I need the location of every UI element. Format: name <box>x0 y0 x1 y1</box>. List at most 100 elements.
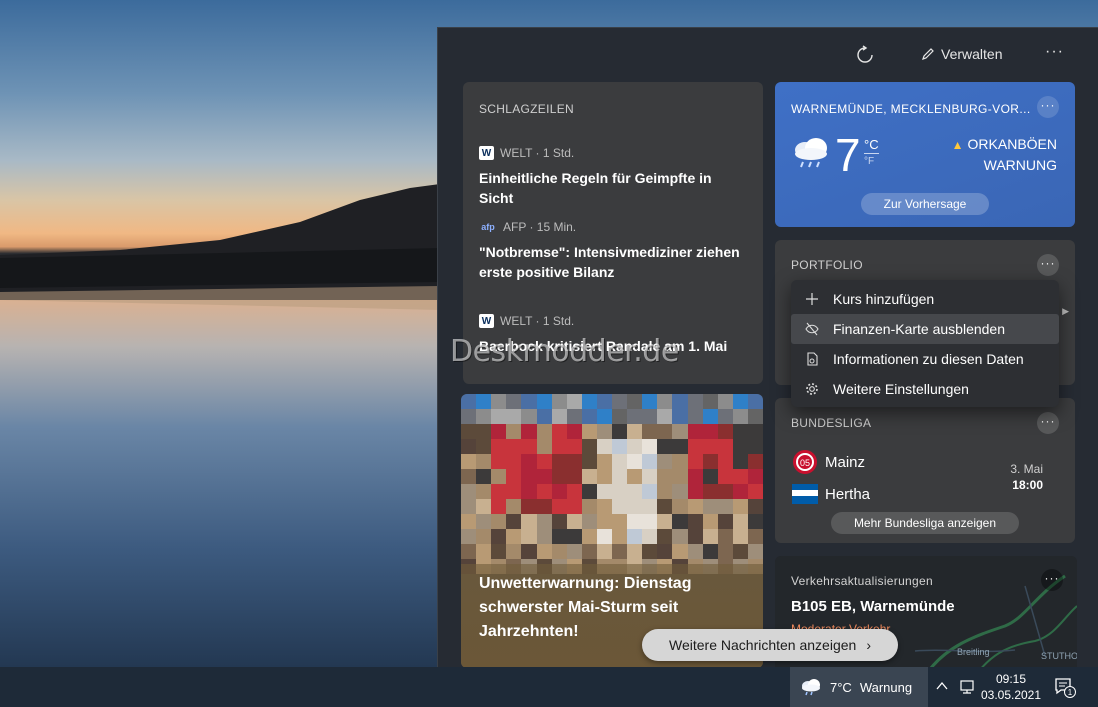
image-pixel <box>627 499 643 514</box>
image-pixel <box>566 409 582 424</box>
image-pixel <box>461 484 477 499</box>
image-pixel <box>642 454 658 469</box>
menu-item-add-stock[interactable]: Kurs hinzufügen <box>791 284 1059 314</box>
menu-item-hide-card[interactable]: Finanzen-Karte ausblenden <box>791 314 1059 344</box>
image-pixel <box>476 454 492 469</box>
image-pixel <box>566 544 582 559</box>
image-pixel <box>657 544 673 559</box>
portfolio-context-menu: Kurs hinzufügen Finanzen-Karte ausblende… <box>791 280 1059 407</box>
more-news-label: Weitere Nachrichten anzeigen <box>669 637 857 653</box>
image-pixel <box>717 484 733 499</box>
traffic-more-button[interactable]: ··· <box>1041 569 1063 591</box>
taskbar-weather-status: Warnung <box>859 679 913 695</box>
portfolio-more-button[interactable]: ··· <box>1037 254 1059 276</box>
image-pixel <box>536 484 552 499</box>
portfolio-next-icon[interactable]: ▶ <box>1062 306 1069 317</box>
taskbar: 7°C Warnung 09:15 03.05.2021 1 <box>0 667 1098 707</box>
image-pixel <box>506 499 522 514</box>
image-pixel <box>672 424 688 439</box>
match-datetime: 3. Mai 18:00 <box>1010 461 1043 493</box>
taskbar-clock[interactable]: 09:15 03.05.2021 <box>978 671 1044 703</box>
image-pixel <box>732 499 748 514</box>
notification-center-button[interactable]: 1 <box>1054 677 1076 704</box>
image-pixel <box>747 394 763 409</box>
image-pixel <box>581 529 597 544</box>
match-date: 3. Mai <box>1010 462 1043 476</box>
plus-icon <box>806 293 818 305</box>
image-pixel <box>732 439 748 454</box>
image-pixel <box>702 394 718 409</box>
image-pixel <box>657 469 673 484</box>
news-story[interactable]: afp AFP · 15 Min. "Notbremse": Intensivm… <box>479 220 749 282</box>
image-pixel <box>672 409 688 424</box>
image-pixel <box>642 469 658 484</box>
image-pixel <box>491 454 507 469</box>
menu-item-data-info[interactable]: Informationen zu diesen Daten <box>791 344 1059 374</box>
image-pixel <box>687 484 703 499</box>
image-pixel <box>536 424 552 439</box>
image-pixel <box>747 544 763 559</box>
image-pixel <box>536 469 552 484</box>
image-pixel <box>687 394 703 409</box>
weather-alert[interactable]: ▲ ORKANBÖEN WARNUNG <box>952 134 1057 175</box>
image-pixel <box>491 484 507 499</box>
image-pixel <box>521 409 537 424</box>
image-pixel <box>551 454 567 469</box>
refresh-button[interactable] <box>855 45 875 65</box>
image-pixel <box>521 514 537 529</box>
image-pixel <box>596 499 612 514</box>
image-pixel <box>672 529 688 544</box>
network-icon[interactable] <box>958 679 976 695</box>
image-pixel <box>461 499 477 514</box>
image-pixel <box>717 529 733 544</box>
weather-card[interactable]: WARNEMÜNDE, MECKLENBURG-VOR... ··· 7 °C … <box>775 82 1075 227</box>
chevron-up-icon[interactable] <box>935 679 949 693</box>
image-pixel <box>596 394 612 409</box>
image-pixel <box>747 484 763 499</box>
panel-more-button[interactable]: ··· <box>1045 43 1064 61</box>
image-pixel <box>612 499 628 514</box>
bundesliga-more-button[interactable]: ··· <box>1037 412 1059 434</box>
image-pixel <box>672 484 688 499</box>
more-bundesliga-button[interactable]: Mehr Bundesliga anzeigen <box>831 512 1019 534</box>
image-pixel <box>657 499 673 514</box>
image-pixel <box>612 424 628 439</box>
bundesliga-card[interactable]: BUNDESLIGA ··· 05 Mainz Hertha 3. Mai 18… <box>775 398 1075 543</box>
image-pixel <box>717 499 733 514</box>
image-pixel <box>521 529 537 544</box>
image-pixel <box>657 394 673 409</box>
mainz-crest-icon: 05 <box>791 450 819 474</box>
menu-item-settings[interactable]: Weitere Einstellungen <box>791 374 1059 404</box>
forecast-button[interactable]: Zur Vorhersage <box>861 193 989 215</box>
news-story[interactable]: W WELT · 1 Std. Einheitliche Regeln für … <box>479 146 749 208</box>
photo-story-card[interactable]: Unwetterwarnung: Dienstag schwerster Mai… <box>461 394 763 667</box>
weather-more-button[interactable]: ··· <box>1037 96 1059 118</box>
unit-fahrenheit[interactable]: °F <box>864 153 879 168</box>
image-pixel <box>672 439 688 454</box>
image-pixel <box>642 394 658 409</box>
panel-header: Verwalten ··· <box>438 28 1098 82</box>
current-temperature: 7 <box>835 129 861 181</box>
manage-button[interactable]: Verwalten <box>921 46 1002 62</box>
story-source: W WELT · 1 Std. <box>479 314 749 328</box>
match-time: 18:00 <box>1012 478 1043 492</box>
image-pixel <box>627 484 643 499</box>
image-pixel <box>687 499 703 514</box>
image-pixel <box>717 439 733 454</box>
image-pixel <box>627 454 643 469</box>
taskbar-weather-button[interactable]: 7°C Warnung <box>790 667 928 707</box>
image-pixel <box>596 409 612 424</box>
image-pixel <box>551 439 567 454</box>
rain-cloud-icon <box>802 679 820 696</box>
image-pixel <box>581 424 597 439</box>
image-pixel <box>747 454 763 469</box>
image-pixel <box>506 529 522 544</box>
more-news-button[interactable]: Weitere Nachrichten anzeigen › <box>642 629 898 661</box>
unit-celsius[interactable]: °C <box>864 138 879 151</box>
image-pixel <box>521 499 537 514</box>
image-pixel <box>461 544 477 559</box>
image-pixel <box>596 484 612 499</box>
image-pixel <box>596 529 612 544</box>
image-pixel <box>747 409 763 424</box>
image-pixel <box>476 529 492 544</box>
